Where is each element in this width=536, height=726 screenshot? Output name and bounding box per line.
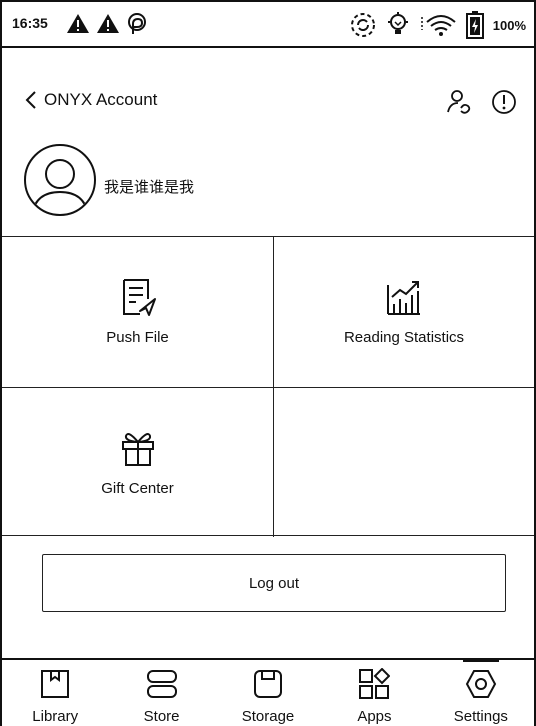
reading-statistics-icon [387,281,420,315]
gift-center-label: Gift Center [101,480,174,497]
nav-label-settings: Settings [453,708,508,725]
account-feature-grid: Push File Reading Statistics Gift Center [2,236,534,537]
user-link-icon[interactable] [446,88,474,116]
library-icon [41,670,70,698]
logout-button[interactable]: Log out [42,554,506,612]
push-file-tile[interactable]: Push File [2,237,273,387]
gift-center-tile[interactable]: Gift Center [2,387,273,537]
store-icon [146,670,177,698]
nav-label-apps: Apps [357,708,392,725]
battery-percent: 100% [492,17,526,33]
reading-statistics-tile[interactable]: Reading Statistics [273,237,534,387]
info-icon[interactable] [490,88,518,116]
nav-item-store[interactable]: Store [108,660,214,726]
pen-sync-icon [128,13,146,34]
nav-label-storage: Storage [241,708,295,725]
gift-icon [121,433,154,466]
status-time: 16:35 [12,15,48,31]
back-button[interactable]: ONYX Account [24,90,157,110]
app-window: 16:35 100% ONYX Account 我是谁谁是我 Push File… [0,0,536,726]
header-actions [446,88,518,116]
settings-icon [465,670,496,698]
nav-item-storage[interactable]: Storage [215,660,321,726]
push-file-label: Push File [106,329,169,346]
account-header: ONYX Account 我是谁谁是我 [2,48,534,236]
battery-icon [465,11,484,39]
storage-icon [254,670,283,698]
user-avatar-icon [31,159,89,214]
page-title: ONYX Account [44,90,158,109]
nav-item-apps[interactable]: Apps [321,660,427,726]
apps-icon [359,668,391,699]
nav-label-library: Library [32,708,79,725]
warning-icon [97,14,119,33]
nav-label-store: Store [143,708,180,725]
username: 我是谁谁是我 [104,178,195,196]
empty-tile [273,387,534,537]
reading-statistics-label: Reading Statistics [343,329,465,346]
sync-icon [350,13,375,37]
push-file-icon [122,279,156,316]
wifi-icon [421,15,456,36]
status-left-icons [66,12,148,36]
avatar[interactable] [24,144,96,216]
nav-item-library[interactable]: Library [2,660,108,726]
chevron-left-icon [25,91,36,109]
frontlight-icon [387,12,408,34]
active-indicator [462,658,499,662]
status-bar: 16:35 100% [2,2,534,48]
nav-item-settings[interactable]: Settings [428,658,534,726]
warning-icon [67,14,89,33]
bottom-nav: Library Store Storage Apps Settings [2,658,534,726]
status-right-icons: 100% [349,10,526,40]
